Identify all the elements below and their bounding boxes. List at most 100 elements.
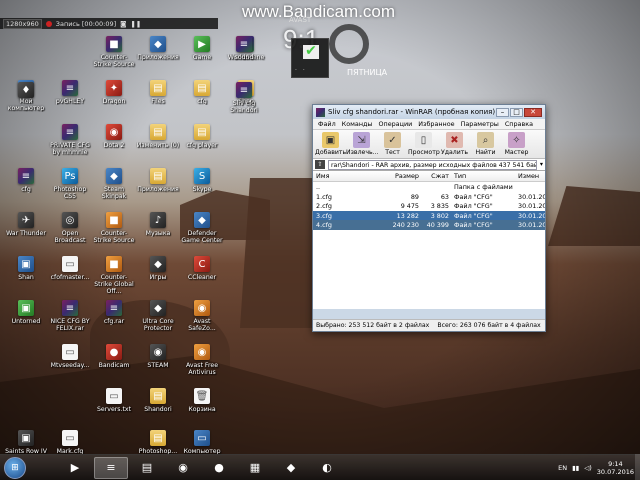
record-icon[interactable]	[45, 20, 52, 27]
desktop-icon[interactable]: ▤ cfg	[180, 80, 224, 105]
desktop-icon[interactable]: C CCleaner	[180, 256, 224, 281]
task-chrome-icon[interactable]: ◐	[310, 457, 344, 479]
col-size[interactable]: Размер	[381, 171, 421, 181]
col-modified[interactable]: Измен	[515, 171, 545, 181]
desktop-icon[interactable]: ≡ cfg.rar	[92, 300, 136, 325]
desktop-icon[interactable]: ≡ pvGHLEY	[48, 80, 92, 105]
task-steam-icon[interactable]: ◆	[274, 457, 308, 479]
desktop-icon[interactable]: ▤ Изменить (0)	[136, 124, 180, 149]
desktop-icon[interactable]: ▣ Untorned	[4, 300, 48, 325]
task-media-icon[interactable]: ▶	[58, 457, 92, 479]
recorder-toolbar[interactable]: 1280x960 Запись [00:00:09] ◙ ❚❚	[0, 18, 218, 29]
desktop-icon[interactable]: ▭ Компьютер	[180, 430, 224, 455]
desktop-icon[interactable]: ✈ War Thunder	[4, 212, 48, 237]
task-record-icon[interactable]: ●	[202, 457, 236, 479]
chevron-down-icon[interactable]: ▾	[540, 161, 543, 168]
camera-icon[interactable]: ◙	[120, 20, 126, 28]
clock-gadget[interactable]: AVAST 9:1 ✔ · · ПЯТНИЦА	[283, 16, 387, 82]
find-button[interactable]: ⌕ Найти	[470, 132, 501, 156]
close-button[interactable]: ✕	[524, 107, 542, 117]
desktop-icon[interactable]: ◉ Avast SafeZo...	[180, 300, 224, 332]
desktop-icon[interactable]: ■ Counter-Strike Global Off...	[92, 256, 136, 296]
delete-button[interactable]: ✖ Удалить	[439, 132, 470, 156]
desktop-icon[interactable]: ▶ Game	[180, 36, 224, 61]
task-files-icon[interactable]: ▤	[130, 457, 164, 479]
col-type[interactable]: Тип	[451, 171, 515, 181]
tray-clock[interactable]: 9:14 30.07.2016	[597, 460, 634, 476]
menu-operations[interactable]: Операции	[375, 120, 415, 128]
desktop-icon-glyph: ●	[106, 344, 122, 360]
desktop-icon[interactable]: ♦	[4, 82, 48, 100]
desktop-icon[interactable]: ▭ Servers.txt	[92, 388, 136, 413]
task-calc-icon[interactable]: ▦	[238, 457, 272, 479]
menu-commands[interactable]: Команды	[339, 120, 376, 128]
desktop-icon[interactable]: ▭ Mark.cfg	[48, 430, 92, 455]
desktop-icon[interactable]: ◆ Steam Skinpak	[92, 168, 136, 200]
desktop-icon-label: Ultra Core Protector	[142, 318, 174, 333]
test-button[interactable]: ✓ Тест	[377, 132, 408, 156]
desktop-icon[interactable]: ▤ Photoshop...	[136, 430, 180, 455]
desktop-icon[interactable]: ≡ sound	[222, 36, 266, 61]
desktop-icon[interactable]: ≡ PRIVATE CFG by mhmnie	[48, 124, 92, 156]
task-winrar-icon[interactable]: ≡	[94, 456, 128, 479]
maximize-button[interactable]: □	[510, 107, 523, 117]
show-desktop-button[interactable]	[635, 454, 640, 480]
up-folder-icon[interactable]: ⇧	[315, 160, 325, 169]
desktop-icon[interactable]: ✦ Dragon	[92, 80, 136, 105]
desktop-icon[interactable]: ◉ Dota 2	[92, 124, 136, 149]
minimize-button[interactable]: –	[496, 107, 509, 117]
table-row[interactable]: 2.cfg 9 475 3 835 Файл "CFG" 30.01.20	[313, 201, 545, 211]
view-button[interactable]: ▯ Просмотр	[408, 132, 440, 156]
file-list[interactable]: Имя Размер Сжат Тип Измен .. Папка с фай…	[313, 171, 545, 309]
desktop-icon[interactable]: ■ Counter-Strike Source	[92, 212, 136, 244]
desktop-icon[interactable]: ● Bandicam	[92, 344, 136, 369]
desktop-icon[interactable]: ▤ Shandori	[136, 388, 180, 413]
desktop-icon[interactable]: ▣ Saints Row IV	[4, 430, 48, 455]
col-packed[interactable]: Сжат	[421, 171, 451, 181]
volume-icon[interactable]: ◁)	[584, 464, 592, 472]
start-button[interactable]: ⊞	[4, 456, 26, 479]
desktop-icon-glyph: ▤	[150, 124, 166, 140]
window-titlebar[interactable]: Sliv cfg shandori.rar - WinRAR (пробная …	[313, 105, 545, 119]
col-name[interactable]: Имя	[313, 171, 381, 181]
desktop-icon[interactable]: ▭ Mtvseeday...	[48, 344, 92, 369]
desktop-icon[interactable]: Ps Photoshop CS5	[48, 168, 92, 200]
menu-options[interactable]: Параметры	[458, 120, 502, 128]
desktop-icon[interactable]: ◆ Ultra Core Protector	[136, 300, 180, 332]
table-row-selected[interactable]: 3.cfg 13 282 3 802 Файл "CFG" 30.01.20	[313, 210, 545, 220]
desktop-icon[interactable]: ◆ Приложения	[136, 36, 180, 61]
desktop-icon[interactable]: ◆ Игры	[136, 256, 180, 281]
desktop-icon[interactable]: ▤ cfg player	[180, 124, 224, 149]
desktop-icon[interactable]: 🗑 Корзина	[180, 388, 224, 413]
menu-favorites[interactable]: Избранное	[415, 120, 457, 128]
desktop-icon[interactable]: ▭ cfofmaster...	[48, 256, 92, 281]
desktop-icon[interactable]: ◉ Avast Free Antivirus	[180, 344, 224, 376]
wizard-button[interactable]: ✧ Мастер	[501, 132, 532, 156]
menu-help[interactable]: Справка	[502, 120, 536, 128]
pause-icon[interactable]: ❚❚	[130, 20, 141, 28]
language-indicator[interactable]: EN	[558, 464, 567, 472]
desktop-icon[interactable]: S Skype	[180, 168, 224, 193]
desktop-icon[interactable]: ▤ Приложения	[136, 168, 180, 193]
network-icon[interactable]: ▮▮	[572, 464, 579, 472]
table-row[interactable]: 1.cfg 89 63 Файл "CFG" 30.01.20	[313, 192, 545, 202]
winrar-window[interactable]: Sliv cfg shandori.rar - WinRAR (пробная …	[312, 104, 546, 332]
avast-card[interactable]: ✔ · ·	[291, 38, 329, 78]
desktop-icon[interactable]: ▤ Files	[136, 80, 180, 105]
desktop-icon[interactable]: ≡ cfg	[4, 168, 48, 193]
table-row-selected[interactable]: 4.cfg 240 230 40 399 Файл "CFG" 30.01.20	[313, 220, 545, 230]
desktop-icon[interactable]: ◎ Open Broadcast	[48, 212, 92, 244]
desktop-icon[interactable]: ▣ Shan	[4, 256, 48, 281]
archive-path[interactable]: rar\Shandori - RAR архив, размер исходны…	[328, 159, 537, 170]
extract-button[interactable]: ⇲ Извлечь...	[346, 132, 379, 156]
desktop-icon[interactable]: ◉ STEAM	[136, 344, 180, 369]
desktop-icon[interactable]: ≡ NICE CFG BY FELIX.rar	[48, 300, 92, 332]
desktop-icon[interactable]: ♪ Музыка	[136, 212, 180, 237]
desktop-icon[interactable]: ≡ Sliv cfg Shandori	[222, 82, 266, 114]
table-row[interactable]: .. Папка с файлами	[313, 182, 545, 192]
desktop-icon[interactable]: ◆ Defender Game Center	[180, 212, 224, 244]
add-button[interactable]: ▣ Добавить	[315, 132, 346, 156]
menu-file[interactable]: Файл	[315, 120, 339, 128]
task-opera-icon[interactable]: ◉	[166, 457, 200, 479]
desktop-icon[interactable]: ■ Counter-Strike Source	[92, 36, 136, 68]
